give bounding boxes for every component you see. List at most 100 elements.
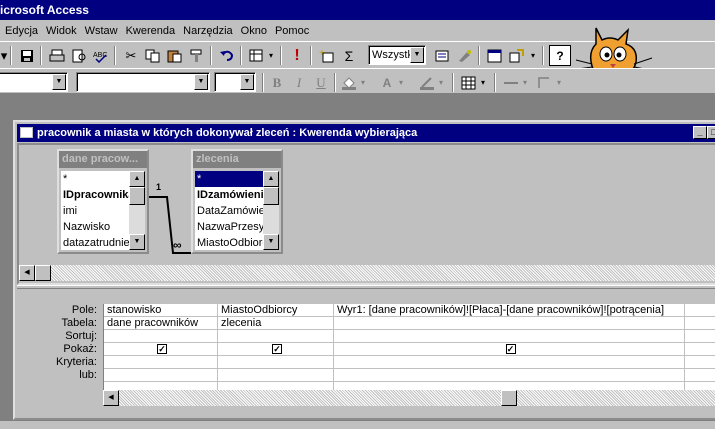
office-assistant-help-icon[interactable]: ? bbox=[549, 45, 571, 66]
grid-cell-criteria[interactable] bbox=[334, 356, 684, 369]
object-dropdown-icon[interactable]: ▼ bbox=[52, 74, 66, 90]
grid-cell-field[interactable]: Wyr1: [dane pracowników]![Płaca]-[dane p… bbox=[334, 304, 684, 317]
grid-column[interactable] bbox=[685, 300, 715, 390]
top-values-combo[interactable]: Wszystk ▼ bbox=[368, 45, 426, 65]
table-box-zlecenia[interactable]: zlecenia * IDzamówienia DataZamówien Naz… bbox=[191, 149, 283, 254]
object-combo[interactable]: ▼ bbox=[0, 72, 68, 92]
grid-cell-table[interactable]: dane pracowników bbox=[104, 317, 217, 330]
run-icon[interactable]: ! bbox=[286, 45, 308, 66]
query-window-titlebar[interactable]: pracownik a miasta w których dokonywał z… bbox=[17, 124, 715, 142]
grid-cell-sort[interactable] bbox=[218, 330, 333, 343]
table-box-dane-pracownikow[interactable]: dane pracow... * IDpracownika imi Nazwis… bbox=[57, 149, 149, 254]
query-type-dropdown-icon[interactable]: ▾ bbox=[266, 45, 276, 66]
gridlines-dropdown-icon[interactable]: ▾ bbox=[478, 72, 488, 93]
fill-color-dropdown-icon[interactable]: ▾ bbox=[358, 72, 368, 93]
grid-cell-criteria[interactable] bbox=[218, 356, 333, 369]
menu-pomoc[interactable]: Pomoc bbox=[271, 25, 313, 37]
field-list-scrollbar[interactable]: ▲ ▼ bbox=[129, 171, 145, 250]
field-item[interactable]: * bbox=[61, 171, 132, 187]
fill-color-icon[interactable] bbox=[338, 72, 360, 93]
field-item[interactable]: datazatrudnie bbox=[61, 235, 132, 250]
column-selector[interactable] bbox=[218, 300, 334, 304]
scroll-left-icon[interactable]: ◀ bbox=[103, 390, 119, 406]
field-item-selected[interactable]: * bbox=[195, 171, 266, 187]
italic-icon[interactable]: I bbox=[288, 72, 310, 93]
properties-icon[interactable] bbox=[432, 45, 454, 66]
show-table-icon[interactable]: + bbox=[316, 45, 338, 66]
font-name-combo[interactable]: ▼ bbox=[76, 72, 210, 92]
scroll-down-icon[interactable]: ▼ bbox=[263, 234, 279, 250]
line-color-dropdown-icon[interactable]: ▾ bbox=[436, 72, 446, 93]
grid-column[interactable]: Wyr1: [dane pracowników]![Płaca]-[dane p… bbox=[334, 300, 685, 390]
query-window-icon[interactable] bbox=[20, 127, 33, 138]
font-color-dropdown-icon[interactable]: ▾ bbox=[396, 72, 406, 93]
special-effect-icon[interactable] bbox=[534, 72, 556, 93]
scroll-down-icon[interactable]: ▼ bbox=[129, 234, 145, 250]
grid-cell-show[interactable] bbox=[685, 343, 715, 356]
field-item[interactable]: NazwaPrzesył bbox=[195, 219, 266, 235]
grid-column[interactable]: MiastoOdbiorcy zlecenia ✓ bbox=[218, 300, 334, 390]
grid-cell-table[interactable] bbox=[685, 317, 715, 330]
grid-cell-field[interactable]: stanowisko bbox=[104, 304, 217, 317]
format-painter-icon[interactable] bbox=[186, 45, 208, 66]
field-item[interactable]: Nazwisko bbox=[61, 219, 132, 235]
menu-okno[interactable]: Okno bbox=[237, 25, 271, 37]
grid-cell-or[interactable] bbox=[218, 369, 333, 382]
scroll-thumb[interactable] bbox=[129, 187, 145, 205]
copy-icon[interactable] bbox=[142, 45, 164, 66]
show-checkbox[interactable]: ✓ bbox=[157, 344, 167, 354]
new-object-dropdown-icon[interactable]: ▾ bbox=[528, 45, 538, 66]
grid-cell-criteria[interactable] bbox=[685, 356, 715, 369]
grid-cell-field[interactable] bbox=[685, 304, 715, 317]
special-effect-dropdown-icon[interactable]: ▾ bbox=[554, 72, 564, 93]
line-color-icon[interactable] bbox=[416, 72, 438, 93]
column-selector[interactable] bbox=[685, 300, 715, 304]
menu-wstaw[interactable]: Wstaw bbox=[81, 25, 122, 37]
grid-column[interactable]: stanowisko dane pracowników ✓ bbox=[104, 300, 218, 390]
menu-narzedzia[interactable]: Narzędzia bbox=[179, 25, 237, 37]
pane-splitter[interactable] bbox=[17, 285, 715, 289]
grid-cell-sort[interactable] bbox=[334, 330, 684, 343]
menu-kwerenda[interactable]: Kwerenda bbox=[122, 25, 180, 37]
menu-edycja[interactable]: Edycja bbox=[0, 25, 42, 37]
grid-cell-table[interactable] bbox=[334, 317, 684, 330]
font-name-dropdown-icon[interactable]: ▼ bbox=[194, 74, 208, 90]
grid-cell-criteria[interactable] bbox=[104, 356, 217, 369]
table-name[interactable]: zlecenia bbox=[193, 151, 281, 168]
table-pane-horizontal-scrollbar[interactable]: ◀ bbox=[19, 265, 715, 281]
grid-horizontal-scrollbar[interactable]: ◀ bbox=[103, 390, 715, 406]
scroll-up-icon[interactable]: ▲ bbox=[263, 171, 279, 187]
top-values-dropdown-icon[interactable]: ▼ bbox=[410, 47, 424, 63]
column-selector[interactable] bbox=[104, 300, 218, 304]
minimize-button[interactable]: _ bbox=[693, 126, 707, 139]
scroll-thumb[interactable] bbox=[35, 265, 51, 281]
font-color-icon[interactable]: A bbox=[376, 72, 398, 93]
grid-cell-or[interactable] bbox=[685, 369, 715, 382]
print-icon[interactable] bbox=[46, 45, 68, 66]
scroll-up-icon[interactable]: ▲ bbox=[129, 171, 145, 187]
print-preview-icon[interactable] bbox=[68, 45, 90, 66]
menu-widok[interactable]: Widok bbox=[42, 25, 81, 37]
underline-icon[interactable]: U bbox=[310, 72, 332, 93]
show-checkbox[interactable]: ✓ bbox=[505, 344, 516, 354]
gridlines-icon[interactable] bbox=[458, 72, 480, 93]
grid-cell-sort[interactable] bbox=[685, 330, 715, 343]
spelling-icon[interactable]: ABC bbox=[90, 45, 112, 66]
scroll-thumb[interactable] bbox=[501, 390, 517, 406]
font-size-dropdown-icon[interactable]: ▼ bbox=[240, 74, 254, 90]
scroll-left-icon[interactable]: ◀ bbox=[19, 265, 35, 281]
query-type-icon[interactable] bbox=[246, 45, 268, 66]
new-object-icon[interactable] bbox=[506, 45, 528, 66]
scroll-thumb[interactable] bbox=[263, 187, 279, 205]
bold-icon[interactable]: B bbox=[266, 72, 288, 93]
table-name[interactable]: dane pracow... bbox=[59, 151, 147, 168]
field-item[interactable]: imi bbox=[61, 203, 132, 219]
database-window-icon[interactable] bbox=[484, 45, 506, 66]
cut-icon[interactable]: ✂ bbox=[120, 45, 142, 66]
line-width-dropdown-icon[interactable]: ▾ bbox=[520, 72, 530, 93]
grid-cell-or[interactable] bbox=[334, 369, 684, 382]
field-item[interactable]: MiastoOdbiorc bbox=[195, 235, 266, 250]
grid-cell-or[interactable] bbox=[104, 369, 217, 382]
paste-icon[interactable] bbox=[164, 45, 186, 66]
grid-cell-table[interactable]: zlecenia bbox=[218, 317, 333, 330]
